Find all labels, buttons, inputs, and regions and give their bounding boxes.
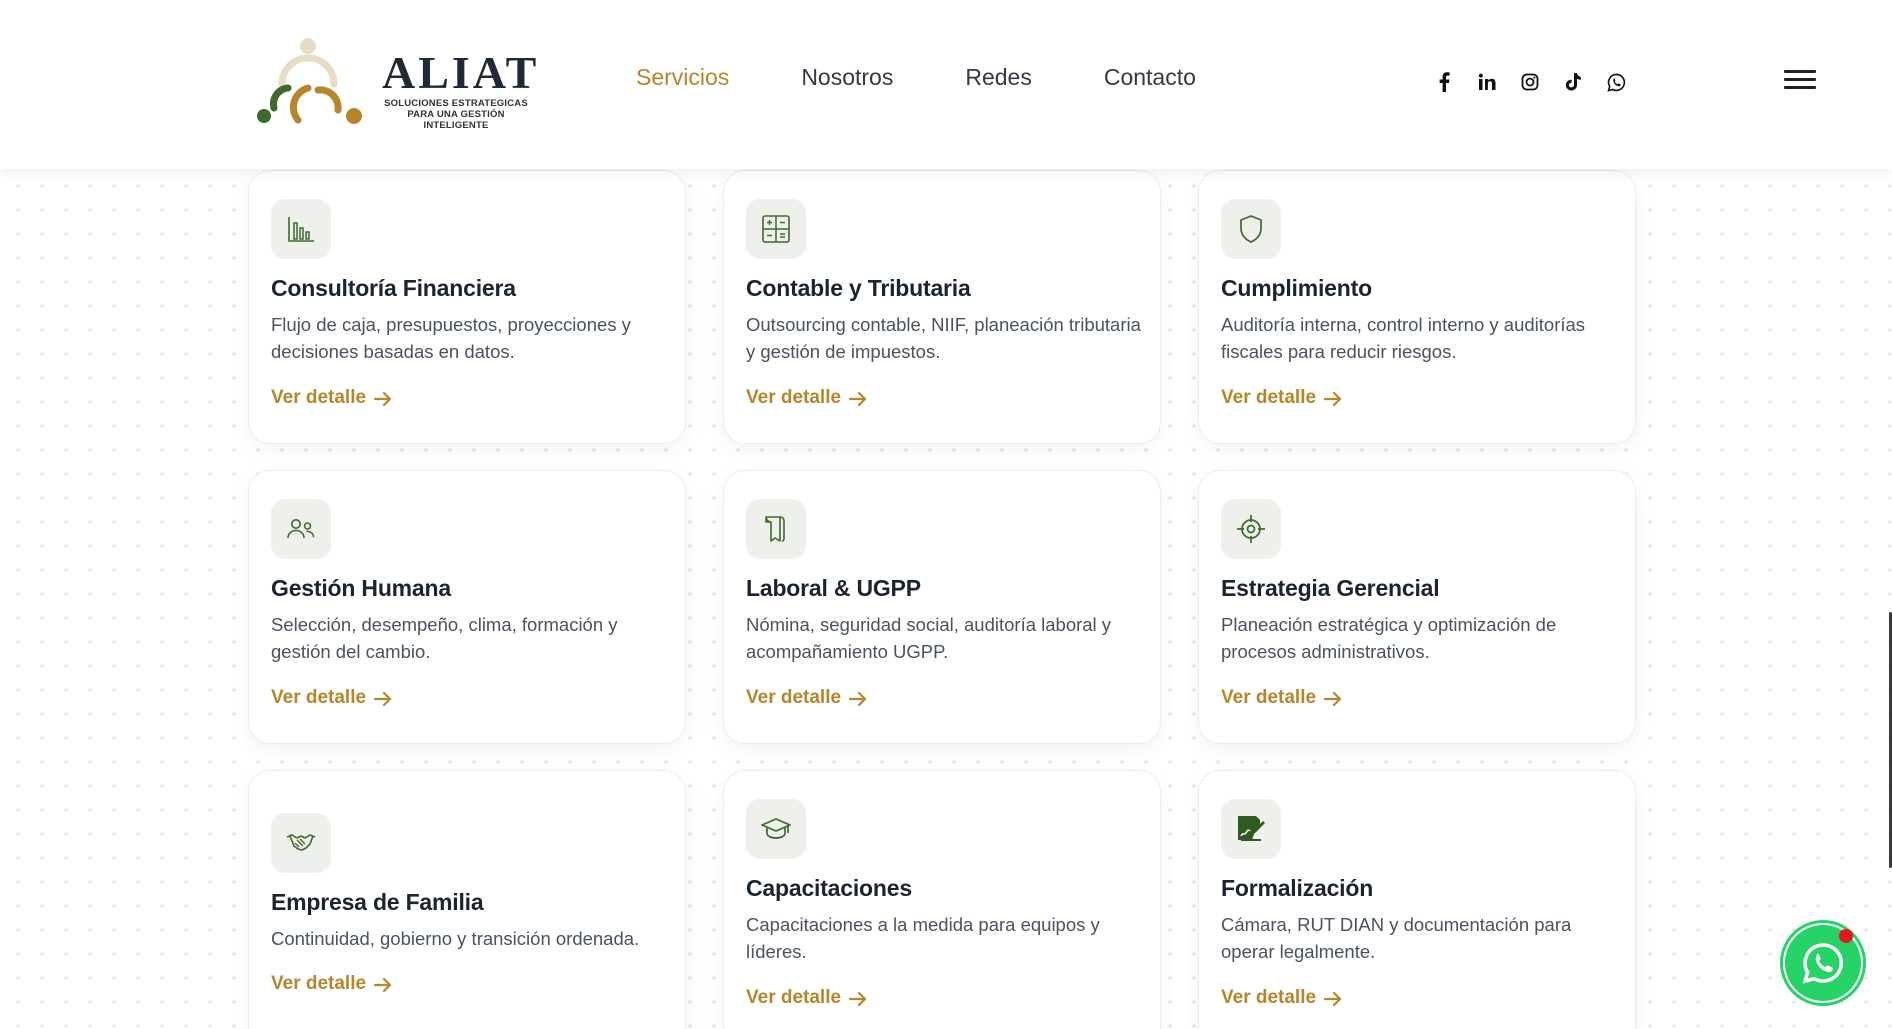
service-card: Formalización Cámara, RUT DIAN y documen… [1198,770,1636,1029]
arrow-right-icon [374,977,392,992]
service-card: Gestión Humana Selección, desempeño, cli… [248,470,686,744]
social-links [1432,70,1628,94]
instagram-icon[interactable] [1518,70,1542,94]
service-detail-link[interactable]: Ver detalle [1221,987,1342,1009]
signed-document-icon [1221,799,1281,859]
nav-item-servicios[interactable]: Servicios [636,64,729,91]
service-card: Contable y Tributaria Outsourcing contab… [723,170,1161,444]
nav-item-contacto[interactable]: Contacto [1104,64,1196,91]
arrow-right-icon [374,391,392,406]
service-title: Formalización [1221,875,1374,901]
service-title: Cumplimiento [1221,275,1372,301]
service-description: Planeación estratégica y optimización de… [1221,614,1557,662]
service-title: Empresa de Familia [271,889,484,915]
service-card: Empresa de Familia Continuidad, gobierno… [248,770,686,1029]
arrow-right-icon [849,391,867,406]
brand-tagline: SOLUCIONES ESTRATEGICAS PARA UNA GESTIÓN… [384,98,528,131]
service-detail-link[interactable]: Ver detalle [1221,387,1342,409]
nav-item-nosotros[interactable]: Nosotros [801,64,893,91]
service-description: Selección, desempeño, clima, formación y… [271,614,618,662]
target-icon [1221,499,1281,559]
handshake-icon [271,813,331,873]
service-card: Laboral & UGPP Nómina, seguridad social,… [723,470,1161,744]
service-description: Outsourcing contable, NIIF, planeación t… [746,314,1141,362]
service-title: Capacitaciones [746,875,912,901]
service-detail-link[interactable]: Ver detalle [746,387,867,409]
arrow-right-icon [849,991,867,1006]
main-nav: Servicios Nosotros Redes Contacto [636,64,1268,91]
service-description: Capacitaciones a la medida para equipos … [746,914,1100,962]
service-title: Laboral & UGPP [746,575,921,601]
brand-logo[interactable]: ALIAT SOLUCIONES ESTRATEGICAS PARA UNA G… [252,36,536,131]
service-title: Consultoría Financiera [271,275,516,301]
service-description: Nómina, seguridad social, auditoría labo… [746,614,1112,662]
document-icon [746,499,806,559]
service-title: Contable y Tributaria [746,275,971,301]
notification-dot [1839,929,1853,943]
tiktok-icon[interactable] [1561,70,1585,94]
menu-toggle-icon[interactable] [1784,70,1816,92]
service-title: Gestión Humana [271,575,451,601]
arrow-right-icon [1324,991,1342,1006]
service-detail-link[interactable]: Ver detalle [746,987,867,1009]
service-card: Capacitaciones Capacitaciones a la medid… [723,770,1161,1029]
arrow-right-icon [1324,391,1342,406]
arrow-right-icon [849,691,867,706]
service-detail-link[interactable]: Ver detalle [271,973,392,995]
brand-name: ALIAT [382,47,540,98]
linkedin-icon[interactable] [1475,70,1499,94]
service-title: Estrategia Gerencial [1221,575,1440,601]
service-description: Continuidad, gobierno y transición orden… [271,928,640,949]
service-description: Auditoría interna, control interno y aud… [1221,314,1586,362]
arrow-right-icon [1324,691,1342,706]
logo-mark-icon [257,38,362,124]
users-icon [271,499,331,559]
service-description: Flujo de caja, presupuestos, proyeccione… [271,314,631,362]
service-detail-link[interactable]: Ver detalle [746,687,867,709]
calculator-icon [746,199,806,259]
arrow-right-icon [374,691,392,706]
whatsapp-icon[interactable] [1604,70,1628,94]
service-card: Estrategia Gerencial Planeación estratég… [1198,470,1636,744]
service-detail-link[interactable]: Ver detalle [271,387,392,409]
graduation-cap-icon [746,799,806,859]
shield-icon [1221,199,1281,259]
service-card: Consultoría Financiera Flujo de caja, pr… [248,170,686,444]
facebook-icon[interactable] [1432,70,1456,94]
service-detail-link[interactable]: Ver detalle [1221,687,1342,709]
service-card: Cumplimiento Auditoría interna, control … [1198,170,1636,444]
whatsapp-chat-button[interactable] [1780,920,1866,1006]
service-detail-link[interactable]: Ver detalle [271,687,392,709]
service-description: Cámara, RUT DIAN y documentación para op… [1221,914,1572,962]
bar-chart-icon [271,199,331,259]
nav-item-redes[interactable]: Redes [965,64,1031,91]
site-header: ALIAT SOLUCIONES ESTRATEGICAS PARA UNA G… [0,0,1892,169]
